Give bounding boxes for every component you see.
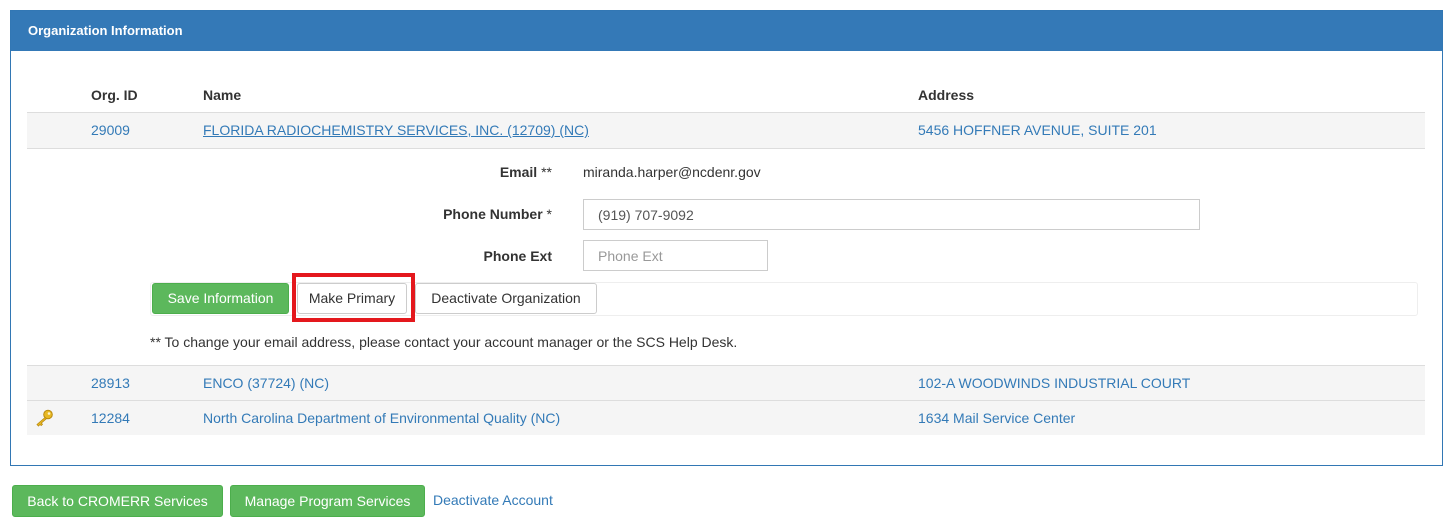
deactivate-account-link[interactable]: Deactivate Account — [433, 492, 553, 508]
panel-title: Organization Information — [11, 11, 1442, 51]
make-primary-button[interactable]: Make Primary — [297, 283, 407, 314]
phone-number-label: Phone Number * — [380, 206, 552, 222]
phone-ext-label: Phone Ext — [483, 248, 552, 264]
phone-number-input[interactable] — [583, 199, 1200, 230]
save-information-button[interactable]: Save Information — [152, 283, 289, 314]
org-name-link[interactable]: FLORIDA RADIOCHEMISTRY SERVICES, INC. (1… — [203, 122, 589, 138]
org-id-cell[interactable]: 12284 — [91, 410, 130, 426]
phone-required-marker: * — [546, 206, 552, 222]
org-address-cell[interactable]: 102-A WOODWINDS INDUSTRIAL COURT — [918, 375, 1190, 391]
org-name-link[interactable]: ENCO (37724) (NC) — [203, 375, 329, 391]
phone-ext-input[interactable] — [583, 240, 768, 271]
org-address-cell[interactable]: 5456 HOFFNER AVENUE, SUITE 201 — [918, 122, 1157, 138]
column-header-org-id: Org. ID — [91, 87, 138, 103]
column-header-address: Address — [918, 87, 975, 103]
email-required-marker: ** — [541, 164, 552, 180]
deactivate-organization-button[interactable]: Deactivate Organization — [415, 283, 597, 314]
email-value: miranda.harper@ncdenr.gov — [583, 164, 761, 180]
org-id-cell[interactable]: 28913 — [91, 375, 130, 391]
phone-number-label-text: Phone Number — [443, 206, 543, 222]
org-name-link[interactable]: North Carolina Department of Environment… — [203, 410, 560, 426]
org-address-cell[interactable]: 1634 Mail Service Center — [918, 410, 1075, 426]
column-header-name: Name — [203, 87, 242, 103]
email-change-note: ** To change your email address, please … — [150, 334, 738, 350]
email-label-text: Email — [499, 164, 538, 180]
row-divider — [27, 148, 1425, 149]
back-to-cromerr-services-button[interactable]: Back to CROMERR Services — [12, 485, 223, 517]
email-label: Email ** — [380, 164, 552, 180]
manage-program-services-button[interactable]: Manage Program Services — [230, 485, 425, 517]
key-icon — [34, 409, 54, 427]
org-id-cell[interactable]: 29009 — [91, 122, 130, 138]
